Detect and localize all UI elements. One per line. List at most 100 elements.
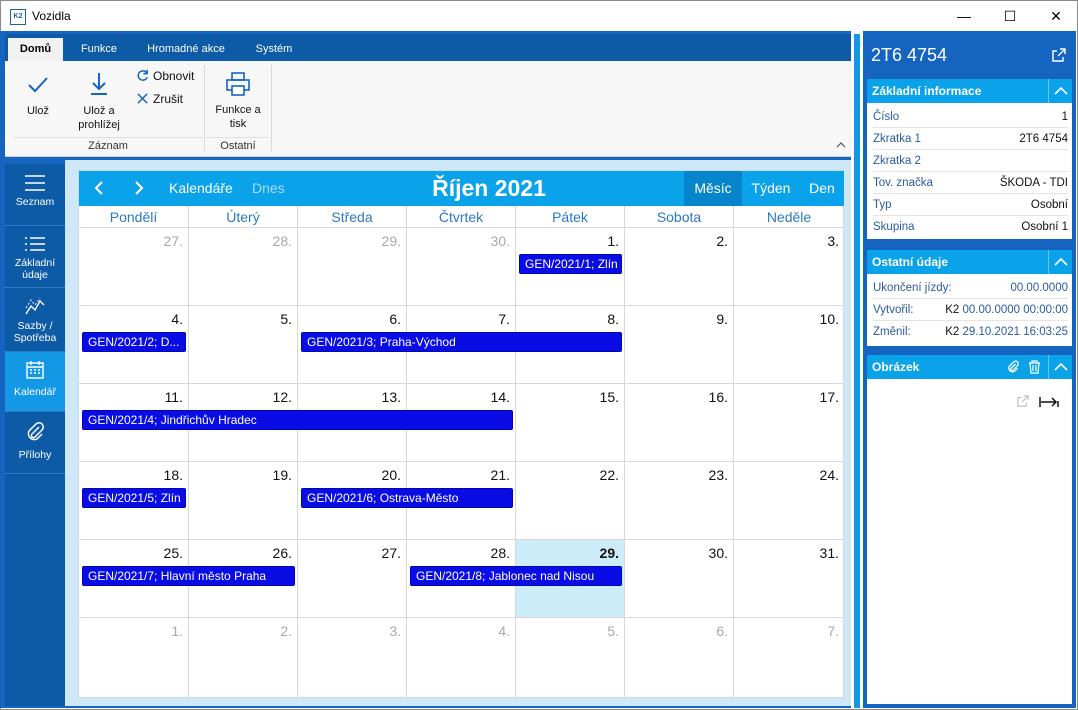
panel-splitter[interactable]: [851, 31, 863, 708]
nav-item-attachments[interactable]: Přílohy: [5, 412, 65, 474]
day-cell[interactable]: 5.: [189, 306, 298, 384]
day-cell[interactable]: 30.: [625, 540, 734, 618]
save-button[interactable]: Ulož: [15, 73, 61, 133]
day-cell[interactable]: 23.: [625, 462, 734, 540]
cancel-button[interactable]: Zrušit: [136, 90, 183, 108]
calendar-event[interactable]: GEN/2021/7; Hlavní město Praha: [82, 566, 295, 586]
calendar-event[interactable]: GEN/2021/4; Jindřichův Hradec: [82, 410, 513, 430]
group-separator: [204, 65, 205, 151]
day-cell[interactable]: 30.: [407, 228, 516, 306]
field-value: 00.00.0000: [1010, 282, 1068, 294]
day-cell[interactable]: 27.: [298, 540, 407, 618]
day-cell[interactable]: 5.: [516, 618, 625, 698]
tab-bulk-actions[interactable]: Hromadné akce: [138, 38, 234, 61]
info-row: Tov. značka ŠKODA - TDI: [873, 172, 1068, 194]
calendar-event[interactable]: GEN/2021/8; Jablonec nad Nisou: [410, 566, 622, 586]
nav-item-calendar[interactable]: Kalendář: [5, 352, 65, 412]
open-external-icon[interactable]: [1052, 48, 1066, 62]
chevron-up-icon[interactable]: [1048, 79, 1072, 103]
section-header[interactable]: Ostatní údaje: [867, 250, 1072, 274]
day-cell[interactable]: 29.: [298, 228, 407, 306]
section-title: Ostatní údaje: [872, 255, 949, 269]
day-cell[interactable]: 9.: [625, 306, 734, 384]
day-cell[interactable]: 4.: [407, 618, 516, 698]
day-cell[interactable]: 1.: [79, 618, 189, 698]
view-day-button[interactable]: Den: [800, 171, 844, 206]
close-button[interactable]: ✕: [1032, 1, 1078, 32]
chevron-up-icon[interactable]: [1048, 250, 1072, 274]
prev-month-button[interactable]: [93, 171, 105, 206]
day-number: 31.: [819, 545, 839, 561]
day-cell[interactable]: 19.: [189, 462, 298, 540]
day-cell[interactable]: 16.: [625, 384, 734, 462]
field-label: Skupina: [873, 221, 915, 233]
minimize-button[interactable]: —: [940, 1, 988, 32]
checkmark-icon: [28, 77, 48, 93]
calendar-event[interactable]: GEN/2021/5; Zlín: [82, 488, 186, 508]
app-icon: K2: [10, 9, 26, 25]
day-cell[interactable]: 2.: [189, 618, 298, 698]
weekday-7: Neděle: [766, 209, 812, 225]
today-button[interactable]: Dnes: [252, 171, 285, 206]
field-label: Změnil:: [873, 326, 911, 338]
nav-item-basic-data[interactable]: Základní údaje: [5, 226, 65, 288]
day-number: 3.: [389, 623, 401, 639]
maximize-button[interactable]: ☐: [986, 1, 1034, 32]
day-cell[interactable]: 3.: [298, 618, 407, 698]
day-cell[interactable]: 3.: [734, 228, 844, 306]
calendar: Kalendáře Dnes Říjen 2021 Měsíc Týden De…: [78, 170, 844, 698]
user-code: K2: [945, 326, 960, 338]
nav-item-list[interactable]: Seznam: [5, 164, 65, 226]
other-info-section: Ostatní údaje Ukončení jízdy: 00.00.0000 …: [867, 250, 1072, 346]
day-cell[interactable]: 6.: [625, 618, 734, 698]
trash-icon[interactable]: [1028, 360, 1041, 374]
day-number: 27.: [381, 545, 401, 561]
calendar-event[interactable]: GEN/2021/1; Zlín: [519, 254, 622, 274]
day-cell[interactable]: 22.: [516, 462, 625, 540]
paperclip-icon[interactable]: [1006, 360, 1020, 374]
day-number: 22.: [599, 467, 619, 483]
day-cell[interactable]: 27.: [79, 228, 189, 306]
field-value: ŠKODA - TDI: [999, 177, 1068, 189]
view-month-button[interactable]: Měsíc: [684, 171, 742, 206]
calendar-event[interactable]: GEN/2021/2; D...: [82, 332, 186, 352]
section-header[interactable]: Obrázek: [867, 355, 1072, 379]
save-and-view-button[interactable]: Ulož a prohlížej: [71, 71, 127, 137]
day-cell[interactable]: 17.: [734, 384, 844, 462]
calendar-event[interactable]: GEN/2021/6; Ostrava-Město: [301, 488, 513, 508]
day-number: 28.: [490, 545, 510, 561]
section-header[interactable]: Základní informace: [867, 79, 1072, 103]
day-cell[interactable]: 28.: [189, 228, 298, 306]
day-cell[interactable]: 15.: [516, 384, 625, 462]
save-label: Ulož: [26, 105, 49, 117]
day-cell[interactable]: 24.: [734, 462, 844, 540]
calendars-link[interactable]: Kalendáře: [169, 171, 233, 206]
list-icon: [25, 175, 45, 191]
tab-home[interactable]: Domů: [8, 38, 63, 61]
fit-width-icon[interactable]: [1039, 395, 1059, 409]
day-cell[interactable]: 2.: [625, 228, 734, 306]
x-icon: [137, 93, 148, 104]
next-month-button[interactable]: [133, 171, 145, 206]
tab-system[interactable]: Systém: [245, 38, 303, 61]
collapse-ribbon-icon[interactable]: [836, 141, 846, 149]
chevron-right-icon: [135, 181, 144, 195]
tab-functions[interactable]: Funkce: [71, 38, 127, 61]
field-label: Typ: [873, 199, 892, 211]
day-number: 6.: [389, 311, 401, 327]
day-number: 2.: [280, 623, 292, 639]
day-cell[interactable]: 31.: [734, 540, 844, 618]
day-number: 20.: [381, 467, 401, 483]
refresh-button[interactable]: Obnovit: [136, 67, 194, 85]
nav-item-rates[interactable]: Sazby / Spotřeba: [5, 288, 65, 352]
day-cell[interactable]: 7.: [734, 618, 844, 698]
day-number: 29.: [599, 545, 619, 561]
changed-date: 29.10.2021 16:03:25: [962, 326, 1068, 338]
view-week-button[interactable]: Týden: [742, 171, 800, 206]
calendar-event[interactable]: GEN/2021/3; Praha-Východ: [301, 332, 622, 352]
day-number: 17.: [819, 389, 839, 405]
day-number: 3.: [827, 233, 839, 249]
functions-print-button[interactable]: Funkce a tisk: [210, 71, 266, 137]
day-cell[interactable]: 10.: [734, 306, 844, 384]
chevron-up-icon[interactable]: [1048, 355, 1072, 379]
